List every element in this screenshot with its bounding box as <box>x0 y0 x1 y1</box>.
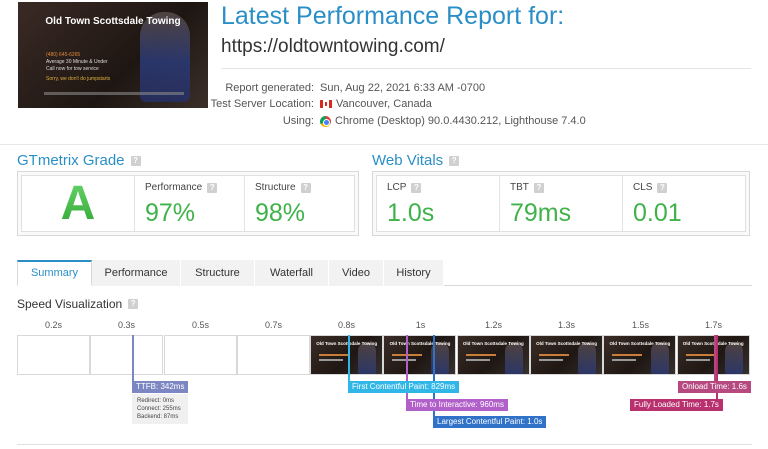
filmstrip-frame[interactable]: Old Town Scottsdale Towing <box>310 335 384 375</box>
frame-title: Old Town Scottsdale Towing <box>316 341 378 346</box>
thumbnail-line: Call now for tow service <box>46 66 99 72</box>
tti-marker: Time to Interactive: 960ms <box>406 399 508 411</box>
filmstrip-frame[interactable]: Old Town Scottsdale Towing <box>603 335 677 375</box>
timeline-ticks: 0.2s 0.3s 0.5s 0.7s 0.8s 1s 1.2s 1.3s 1.… <box>17 320 750 332</box>
speed-visualization-heading: Speed Visualization ? <box>17 297 139 311</box>
gtmetrix-grade-heading: GTmetrix Grade ? <box>17 152 141 169</box>
using-label: Using: <box>282 115 314 127</box>
tbt-cell: TBT? 79ms <box>499 176 622 231</box>
timeline-tick: 0.5s <box>191 320 209 330</box>
test-location-label: Test Server Location: <box>210 98 314 110</box>
ttfb-connect: Connect: 255ms <box>137 406 181 412</box>
tbt-label: TBT <box>510 182 529 193</box>
frame-title: Old Town Scottsdale Towing <box>389 341 451 346</box>
bottom-divider <box>17 444 752 445</box>
help-icon[interactable]: ? <box>207 182 218 193</box>
timeline-tick: 1s <box>415 320 426 330</box>
filmstrip: Old Town Scottsdale Towing Old Town Scot… <box>17 335 750 375</box>
page-title: Latest Performance Report for: <box>221 2 565 30</box>
cls-value: 0.01 <box>633 199 682 227</box>
ttfb-details: Redirect: 0ms Connect: 255ms Backend: 87… <box>132 394 188 424</box>
filmstrip-frame[interactable]: Old Town Scottsdale Towing <box>456 335 530 375</box>
timeline-tick: 0.2s <box>44 320 62 330</box>
fcp-marker: First Contentful Paint: 829ms <box>348 381 460 393</box>
thumbnail-title: Old Town Scottsdale Towing <box>45 16 181 27</box>
structure-cell: Structure? 98% <box>244 176 354 231</box>
structure-value: 98% <box>255 199 306 227</box>
frame-title: Old Town Scottsdale Towing <box>536 341 597 346</box>
tab-waterfall[interactable]: Waterfall <box>255 260 329 286</box>
ttfb-marker: TTFB: 342ms <box>132 381 189 393</box>
frame-title: Old Town Scottsdale Towing <box>462 341 524 346</box>
lcp-cell: LCP? 1.0s <box>377 176 499 231</box>
chrome-icon <box>320 115 331 127</box>
web-vitals-title: Web Vitals <box>372 152 444 169</box>
report-generated-label: Report generated: <box>225 82 314 94</box>
timeline-tick: 1.5s <box>631 320 649 330</box>
ttfb-redirect: Redirect: 0ms <box>137 398 175 404</box>
fully-loaded-marker: Fully Loaded Time: 1.7s <box>630 399 723 411</box>
ttfb-backend: Backend: 87ms <box>137 414 179 420</box>
thumbnail-bar <box>44 92 184 95</box>
filmstrip-frame[interactable]: Old Town Scottsdale Towing <box>530 335 604 375</box>
help-icon[interactable]: ? <box>411 182 422 193</box>
help-icon[interactable]: ? <box>128 299 139 309</box>
timeline-tick: 0.7s <box>264 320 282 330</box>
grade-letter: A <box>60 177 96 230</box>
thumbnail-line: Average 30 Minute & Under <box>46 59 108 65</box>
help-icon[interactable]: ? <box>449 155 460 166</box>
performance-cell: Performance? 97% <box>134 176 244 231</box>
tab-structure[interactable]: Structure <box>181 260 255 286</box>
help-icon[interactable]: ? <box>657 182 668 193</box>
performance-label: Performance <box>145 182 203 193</box>
web-vitals-heading: Web Vitals ? <box>372 152 460 169</box>
fcp-line <box>348 335 350 382</box>
tab-history[interactable]: History <box>384 260 444 286</box>
lcp-label: LCP <box>387 182 407 193</box>
cls-cell: CLS? 0.01 <box>622 176 745 231</box>
filmstrip-frame[interactable]: Old Town Scottsdale Towing <box>383 335 457 375</box>
report-generated-value: Sun, Aug 22, 2021 6:33 AM -0700 <box>320 82 486 94</box>
tbt-value: 79ms <box>510 199 572 227</box>
filmstrip-frame-blank[interactable] <box>236 335 310 375</box>
thumbnail-line: Sorry, we don't do jumpstarts <box>46 76 111 82</box>
timeline-tick: 0.3s <box>117 320 135 330</box>
filmstrip-frame-blank[interactable] <box>90 335 164 375</box>
filmstrip-frame-blank[interactable] <box>163 335 237 375</box>
timeline-tick: 1.7s <box>704 320 722 330</box>
filmstrip-frame-blank[interactable] <box>17 335 90 375</box>
performance-value: 97% <box>145 199 196 227</box>
web-vitals-panel: LCP? 1.0s TBT? 79ms CLS? 0.01 <box>372 171 750 236</box>
timeline-tick: 1.2s <box>484 320 502 330</box>
using-value: Chrome (Desktop) 90.0.4430.212, Lighthou… <box>335 115 586 127</box>
site-thumbnail: Old Town Scottsdale Towing (480) 645-626… <box>18 2 208 108</box>
help-icon[interactable]: ? <box>130 155 141 166</box>
report-url[interactable]: https://oldtowntowing.com/ <box>221 36 445 58</box>
thumbnail-line: (480) 645-6265 <box>46 52 81 58</box>
speed-visualization-title: Speed Visualization <box>17 297 123 311</box>
lcp-marker: Largest Contentful Paint: 1.0s <box>433 416 547 428</box>
help-icon[interactable]: ? <box>300 182 311 193</box>
help-icon[interactable]: ? <box>533 182 544 193</box>
structure-label: Structure <box>255 182 296 193</box>
onload-marker: Onload Time: 1.6s <box>678 381 751 393</box>
gtmetrix-grade-title: GTmetrix Grade <box>17 152 125 169</box>
cls-label: CLS <box>633 182 653 193</box>
section-divider <box>0 144 768 145</box>
frame-title: Old Town Scottsdale Towing <box>609 341 671 346</box>
tab-performance[interactable]: Performance <box>92 260 181 286</box>
tab-summary[interactable]: Summary <box>17 260 92 286</box>
canada-flag-icon <box>320 100 332 108</box>
lcp-value: 1.0s <box>387 199 435 227</box>
test-location-value: Vancouver, Canada <box>336 98 432 110</box>
timeline-tick: 1.3s <box>557 320 575 330</box>
report-tabs: Summary Performance Structure Waterfall … <box>17 260 752 286</box>
grade-letter-cell: A <box>22 176 134 231</box>
gtmetrix-grade-panel: A Performance? 97% Structure? 98% <box>17 171 359 236</box>
tab-video[interactable]: Video <box>329 260 384 286</box>
header-divider <box>221 68 751 69</box>
ttfb-line <box>132 335 134 382</box>
timeline-tick: 0.8s <box>337 320 355 330</box>
